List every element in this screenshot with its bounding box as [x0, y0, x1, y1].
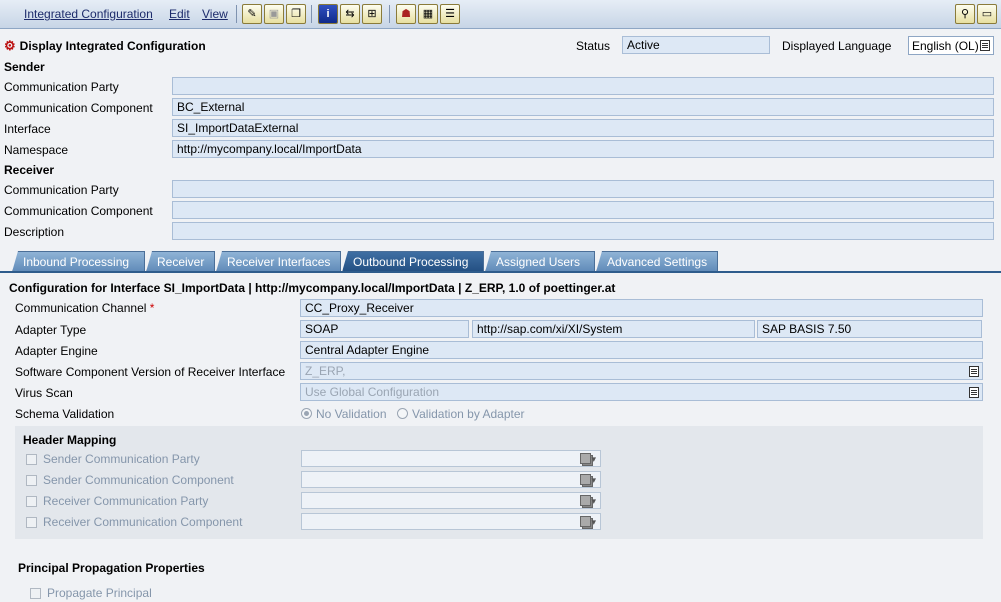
- language-dropdown[interactable]: English (OL): [908, 36, 994, 55]
- value-help-icon[interactable]: ▾: [580, 453, 596, 466]
- adapter-swc-field: SAP BASIS 7.50: [757, 320, 982, 338]
- swcv-dropdown[interactable]: Z_ERP,: [300, 362, 983, 380]
- info-icon[interactable]: i: [318, 4, 338, 24]
- sender-namespace-field[interactable]: http://mycompany.local/ImportData: [172, 140, 994, 158]
- value-help-icon[interactable]: ▾: [580, 516, 596, 529]
- sender-interface-label: Interface: [4, 122, 51, 136]
- tab-inbound-processing[interactable]: Inbound Processing: [12, 251, 145, 272]
- checkbox-sender-party[interactable]: Sender Communication Party: [26, 452, 200, 466]
- dropdown-list-icon[interactable]: [980, 40, 990, 51]
- value-help-icon[interactable]: ▾: [580, 474, 596, 487]
- radio-no-validation[interactable]: No Validation: [301, 407, 387, 421]
- tab-receiver[interactable]: Receiver: [146, 251, 215, 272]
- checkbox-icon[interactable]: [26, 517, 37, 528]
- sender-party-field[interactable]: [172, 77, 994, 95]
- dropdown-list-icon[interactable]: [969, 366, 979, 377]
- sender-namespace-label: Namespace: [4, 143, 69, 157]
- checkbox-icon[interactable]: [26, 454, 37, 465]
- description-field[interactable]: [172, 222, 994, 240]
- receiver-component-label: Communication Component: [4, 204, 153, 218]
- schema-validation-label: Schema Validation: [15, 407, 115, 421]
- status-label: Status: [576, 39, 611, 53]
- adapter-engine-label: Adapter Engine: [15, 344, 98, 358]
- dropdown-list-icon[interactable]: [969, 387, 979, 398]
- save-icon[interactable]: ▣: [264, 4, 284, 24]
- toolbar-separator: [311, 5, 312, 23]
- sender-party-mapping-field[interactable]: ▾: [301, 450, 601, 467]
- sender-section-title: Sender: [4, 60, 45, 74]
- radio-validation-by-adapter[interactable]: Validation by Adapter: [397, 407, 525, 421]
- checkbox-receiver-component[interactable]: Receiver Communication Component: [26, 515, 242, 529]
- adapter-type-label: Adapter Type: [15, 323, 87, 337]
- status-field: Active: [622, 36, 770, 54]
- communication-channel-field[interactable]: CC_Proxy_Receiver: [300, 299, 983, 317]
- hierarchy-icon[interactable]: ⊞: [362, 4, 382, 24]
- language-label: Displayed Language: [782, 39, 892, 53]
- virus-scan-dropdown[interactable]: Use Global Configuration: [300, 383, 983, 401]
- history-icon[interactable]: ☰: [440, 4, 460, 24]
- checkbox-icon[interactable]: [30, 588, 41, 599]
- tab-assigned-users[interactable]: Assigned Users: [485, 251, 595, 272]
- radio-selected-icon[interactable]: [301, 408, 312, 419]
- adapter-type-field: SOAP: [300, 320, 469, 338]
- receiver-component-field[interactable]: [172, 201, 994, 219]
- value-help-icon[interactable]: ▾: [580, 495, 596, 508]
- swcv-label: Software Component Version of Receiver I…: [15, 365, 286, 379]
- principal-propagation-title: Principal Propagation Properties: [18, 561, 205, 575]
- sender-component-field[interactable]: BC_External: [172, 98, 994, 116]
- receiver-party-mapping-field[interactable]: ▾: [301, 492, 601, 509]
- checkbox-sender-component[interactable]: Sender Communication Component: [26, 473, 234, 487]
- virus-scan-label: Virus Scan: [15, 386, 73, 400]
- table-icon[interactable]: ▦: [418, 4, 438, 24]
- radio-unselected-icon[interactable]: [397, 408, 408, 419]
- description-label: Description: [4, 225, 65, 239]
- checkbox-icon[interactable]: [26, 496, 37, 507]
- window-icon[interactable]: ▭: [977, 4, 997, 24]
- sender-component-label: Communication Component: [4, 101, 153, 115]
- required-asterisk: *: [149, 301, 155, 315]
- configuration-heading: Configuration for Interface SI_ImportDat…: [9, 281, 616, 295]
- adapter-engine-field: Central Adapter Engine: [300, 341, 983, 359]
- menu-edit[interactable]: Edit: [169, 7, 190, 21]
- tab-receiver-interfaces[interactable]: Receiver Interfaces: [216, 251, 341, 272]
- where-used-icon[interactable]: ☗: [396, 4, 416, 24]
- integrated-configuration-icon: ⚙: [4, 38, 16, 53]
- sender-party-label: Communication Party: [4, 80, 119, 94]
- receiver-component-mapping-field[interactable]: ▾: [301, 513, 601, 530]
- edit-pencil-icon[interactable]: ✎: [242, 4, 262, 24]
- copy-icon[interactable]: ❐: [286, 4, 306, 24]
- menu-integrated-configuration[interactable]: Integrated Configuration: [24, 7, 153, 21]
- menu-view[interactable]: View: [202, 7, 228, 21]
- toolbar-separator: [389, 5, 390, 23]
- navigate-icon[interactable]: ⇆: [340, 4, 360, 24]
- toolbar-separator: [236, 5, 237, 23]
- receiver-party-field[interactable]: [172, 180, 994, 198]
- sender-component-mapping-field[interactable]: ▾: [301, 471, 601, 488]
- channel-label: Communication Channel *: [15, 301, 155, 315]
- tab-advanced-settings[interactable]: Advanced Settings: [596, 251, 718, 272]
- adapter-namespace-field: http://sap.com/xi/XI/System: [472, 320, 755, 338]
- checkbox-icon[interactable]: [26, 475, 37, 486]
- checkbox-receiver-party[interactable]: Receiver Communication Party: [26, 494, 208, 508]
- receiver-section-title: Receiver: [4, 163, 55, 177]
- checkbox-propagate-principal[interactable]: Propagate Principal: [30, 586, 152, 600]
- receiver-party-label: Communication Party: [4, 183, 119, 197]
- menu-bar: Integrated Configuration Edit View ✎ ▣ ❐…: [0, 0, 1001, 29]
- tab-outbound-processing[interactable]: Outbound Processing: [342, 251, 484, 272]
- sender-interface-field[interactable]: SI_ImportDataExternal: [172, 119, 994, 137]
- header-mapping-title: Header Mapping: [23, 433, 117, 447]
- pin-icon[interactable]: ⚲: [955, 4, 975, 24]
- page-title: ⚙ Display Integrated Configuration: [4, 38, 206, 53]
